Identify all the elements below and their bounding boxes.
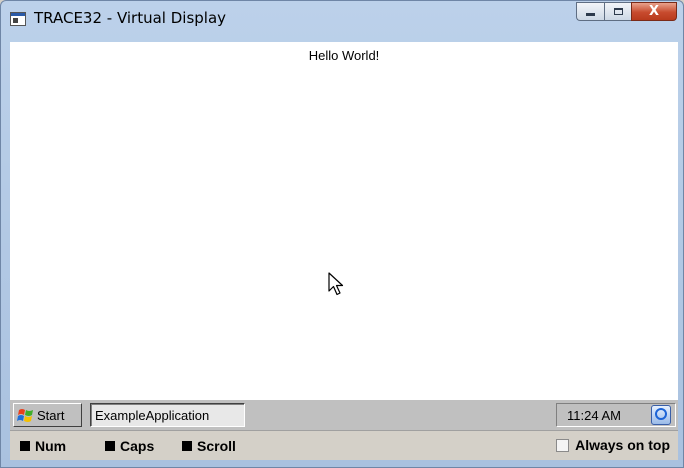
num-lock-square-icon (20, 441, 30, 451)
maximize-button[interactable] (604, 2, 631, 21)
num-lock-indicator: Num (20, 438, 66, 454)
num-lock-label: Num (35, 438, 67, 454)
caps-lock-indicator: Caps (105, 438, 154, 454)
trace32-window: TRACE32 - Virtual Display X Hello World! (0, 0, 684, 468)
start-label: Start (37, 407, 65, 423)
scroll-lock-square-icon (182, 441, 192, 451)
close-button[interactable]: X (631, 2, 677, 21)
maximize-icon (613, 8, 623, 15)
minimize-button[interactable] (576, 2, 604, 21)
taskbar: Start ExampleApplication 11:24 AM (10, 398, 678, 430)
virtual-display[interactable]: Hello World! Start ExampleApplication 11… (10, 42, 678, 460)
scroll-lock-indicator: Scroll (182, 438, 236, 454)
mouse-pointer-icon (328, 272, 344, 296)
hello-text: Hello World! (308, 48, 380, 63)
clock[interactable]: 11:24 AM (567, 408, 621, 423)
window-title: TRACE32 - Virtual Display (34, 9, 227, 27)
checkbox-icon[interactable] (556, 438, 570, 452)
taskbar-app-button[interactable]: ExampleApplication (90, 403, 245, 427)
caps-lock-label: Caps (120, 438, 155, 454)
always-on-top-label: Always on top (575, 437, 670, 453)
scroll-lock-label: Scroll (197, 438, 236, 454)
display-canvas[interactable]: Hello World! (10, 42, 678, 398)
always-on-top-checkbox[interactable]: Always on top (556, 437, 670, 453)
window-app-icon[interactable] (10, 12, 26, 26)
start-button[interactable]: Start (13, 403, 82, 427)
ie-tray-icon[interactable] (651, 405, 671, 425)
caption-buttons: X (576, 2, 677, 22)
minimize-icon (586, 13, 595, 16)
system-tray: 11:24 AM (556, 403, 676, 427)
status-strip: Num Caps Scroll Always on top (10, 430, 678, 460)
windows-flag-icon (17, 409, 33, 422)
close-icon: X (648, 4, 660, 19)
title-bar[interactable]: TRACE32 - Virtual Display X (1, 1, 683, 37)
caps-lock-square-icon (105, 441, 115, 451)
